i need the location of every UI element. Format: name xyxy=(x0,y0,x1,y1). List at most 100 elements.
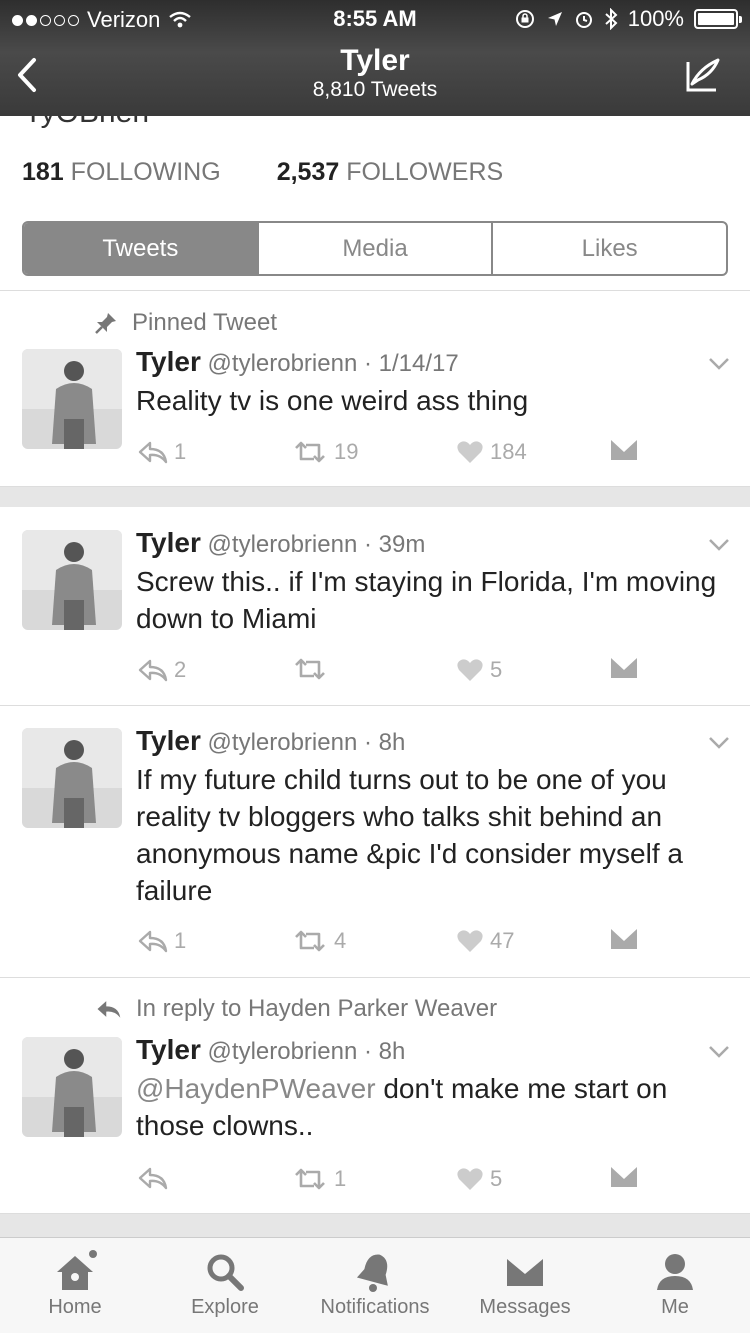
tweet-actions: 2 5 xyxy=(136,657,656,687)
envelope-icon xyxy=(611,440,637,460)
reply-context[interactable]: In reply to Hayden Parker Weaver xyxy=(94,995,497,1023)
retweet-icon xyxy=(295,1168,325,1190)
tweet[interactable]: Tyler @tylerobrienn · 39m Screw this.. i… xyxy=(0,507,750,706)
author-name[interactable]: Tyler xyxy=(136,725,201,756)
chevron-down-icon[interactable] xyxy=(708,736,730,750)
heart-icon xyxy=(457,659,483,681)
location-icon xyxy=(547,12,562,26)
compose-tweet-button[interactable] xyxy=(682,54,724,96)
tab-home[interactable]: Home xyxy=(0,1238,150,1333)
heart-icon xyxy=(457,930,483,952)
tweet-text: If my future child turns out to be one o… xyxy=(136,764,683,906)
battery-icon xyxy=(694,9,742,29)
avatar[interactable] xyxy=(22,530,122,630)
bluetooth-icon xyxy=(605,8,618,30)
follow-stats: 181 FOLLOWING 2,537 FOLLOWERS xyxy=(22,158,503,187)
tweet-text: Screw this.. if I'm staying in Florida, … xyxy=(136,566,717,634)
reply-icon xyxy=(138,1167,168,1190)
tweet-text: @HaydenPWeaver don't make me start on th… xyxy=(136,1073,668,1141)
tab-tweets[interactable]: Tweets xyxy=(24,223,257,274)
rotation-lock-icon xyxy=(515,10,534,28)
direct-message-button[interactable] xyxy=(610,1166,638,1188)
retweet-icon xyxy=(295,658,325,680)
envelope-icon xyxy=(611,929,637,949)
tweet-header: Tyler @tylerobrienn · 8h xyxy=(136,1034,406,1065)
retweet-icon xyxy=(295,930,325,952)
person-icon xyxy=(657,1254,693,1290)
reply-icon xyxy=(138,441,168,464)
tweet-time: 8h xyxy=(378,729,406,756)
chevron-down-icon[interactable] xyxy=(708,357,730,371)
direct-message-button[interactable] xyxy=(610,439,638,461)
tweet-actions: 1 5 xyxy=(136,1166,656,1196)
tweet-time: 39m xyxy=(378,531,426,558)
pinned-label: Pinned Tweet xyxy=(94,309,277,337)
avatar[interactable] xyxy=(22,728,122,828)
author-handle[interactable]: @tylerobrienn xyxy=(208,531,358,558)
tweet-count: 8,810 Tweets xyxy=(312,78,438,101)
tab-notifications[interactable]: Notifications xyxy=(300,1238,450,1333)
chevron-down-icon[interactable] xyxy=(708,538,730,552)
tweet-text: Reality tv is one weird ass thing xyxy=(136,385,529,416)
author-name[interactable]: Tyler xyxy=(136,346,201,377)
pin-icon xyxy=(95,313,116,334)
tweet[interactable]: Pinned Tweet Tyler @tylerobrienn · 1/14/… xyxy=(0,291,750,487)
retweet-button[interactable]: 1 xyxy=(292,1166,346,1192)
like-button[interactable]: 5 xyxy=(456,657,502,683)
author-handle[interactable]: @tylerobrienn xyxy=(208,729,358,756)
retweet-button[interactable]: 19 xyxy=(292,439,358,465)
like-button[interactable]: 47 xyxy=(456,928,514,954)
author-name[interactable]: Tyler xyxy=(136,527,201,558)
like-button[interactable]: 184 xyxy=(456,439,527,465)
retweet-button[interactable]: 4 xyxy=(292,928,346,954)
reply-icon xyxy=(138,930,168,953)
tweet[interactable]: Tyler @tylerobrienn · 8h If my future ch… xyxy=(0,706,750,978)
chevron-down-icon[interactable] xyxy=(708,1045,730,1059)
direct-message-button[interactable] xyxy=(610,928,638,950)
alarm-icon xyxy=(575,12,592,28)
status-bar: Verizon 8:55 AM 100% xyxy=(0,0,750,38)
retweet-button[interactable] xyxy=(292,657,334,681)
envelope-icon xyxy=(611,658,637,678)
reply-icon xyxy=(138,659,168,682)
heart-icon xyxy=(457,441,483,463)
search-icon xyxy=(207,1254,244,1291)
reply-button[interactable] xyxy=(136,1166,174,1190)
tweet-header: Tyler @tylerobrienn · 39m xyxy=(136,527,426,558)
author-name[interactable]: Tyler xyxy=(136,1034,201,1065)
reply-icon xyxy=(97,1001,121,1018)
tweet-actions: 1 4 47 xyxy=(136,928,656,958)
envelope-icon xyxy=(611,1167,637,1187)
avatar[interactable] xyxy=(22,349,122,449)
tweet-time: 8h xyxy=(378,1038,406,1065)
bell-icon xyxy=(356,1254,388,1292)
avatar[interactable] xyxy=(22,1037,122,1137)
like-button[interactable]: 5 xyxy=(456,1166,502,1192)
tweet-header: Tyler @tylerobrienn · 8h xyxy=(136,725,406,756)
reply-button[interactable]: 1 xyxy=(136,439,186,465)
retweet-icon xyxy=(295,441,325,463)
divider xyxy=(0,1214,750,1238)
tweet-actions: 1 19 184 xyxy=(136,439,656,469)
divider xyxy=(0,487,750,507)
reply-button[interactable]: 2 xyxy=(136,657,186,683)
tab-messages[interactable]: Messages xyxy=(450,1238,600,1333)
author-handle[interactable]: @tylerobrienn xyxy=(208,1038,358,1065)
reply-button[interactable]: 1 xyxy=(136,928,186,954)
tweet-time: 1/14/17 xyxy=(378,350,459,377)
heart-icon xyxy=(457,1168,483,1190)
tweet[interactable]: In reply to Hayden Parker Weaver Tyler @… xyxy=(0,978,750,1214)
tab-explore[interactable]: Explore xyxy=(150,1238,300,1333)
tab-me[interactable]: Me xyxy=(600,1238,750,1333)
followers-link[interactable]: 2,537 FOLLOWERS xyxy=(277,158,504,187)
direct-message-button[interactable] xyxy=(610,657,638,679)
following-link[interactable]: 181 FOLLOWING xyxy=(22,158,221,187)
author-handle[interactable]: @tylerobrienn xyxy=(208,350,358,377)
battery-percent: 100% xyxy=(627,6,684,31)
tab-media[interactable]: Media xyxy=(256,223,492,274)
tab-likes[interactable]: Likes xyxy=(491,223,726,274)
tweet-header: Tyler @tylerobrienn · 1/14/17 xyxy=(136,346,459,377)
mention-link[interactable]: @HaydenPWeaver xyxy=(136,1073,376,1104)
home-icon xyxy=(57,1250,97,1290)
page-title: Tyler xyxy=(340,44,410,77)
